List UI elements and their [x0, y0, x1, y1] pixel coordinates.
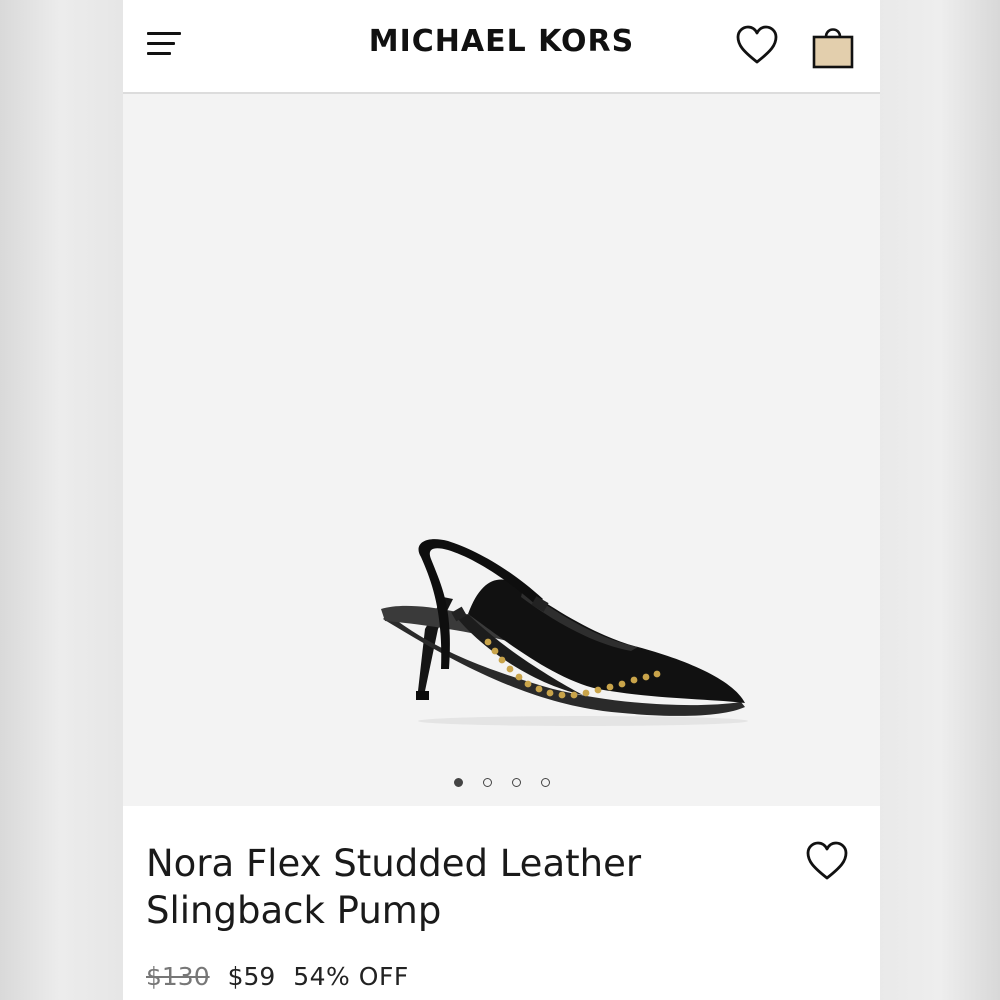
heart-outline-icon: [736, 25, 778, 64]
product-image: [381, 539, 748, 726]
top-header: MICHAEL KORS: [123, 0, 880, 94]
original-price: $130: [146, 962, 210, 991]
product-title-line-2: Slingback Pump: [146, 889, 442, 932]
gallery-dot-2[interactable]: [482, 778, 492, 787]
product-title: Nora Flex Studded Leather Slingback Pump: [146, 840, 746, 934]
gallery-dot-1[interactable]: [453, 778, 463, 787]
wishlist-button[interactable]: [735, 24, 779, 66]
add-to-wishlist-button[interactable]: [805, 840, 849, 882]
product-image-gallery[interactable]: [123, 94, 880, 806]
discount-label: 54% OFF: [293, 962, 409, 991]
heart-outline-icon: [806, 841, 848, 880]
price-row: $130 $59 54% OFF: [146, 962, 409, 991]
sale-price: $59: [227, 962, 276, 991]
shopping-bag-icon: [812, 28, 854, 69]
product-title-line-1: Nora Flex Studded Leather: [146, 842, 642, 885]
gallery-dot-4[interactable]: [540, 778, 550, 787]
gallery-dot-3[interactable]: [511, 778, 521, 787]
product-page: MICHAEL KORS Nora Flex Studded Leather S…: [123, 0, 880, 1000]
shopping-bag-button[interactable]: [809, 22, 857, 70]
gallery-pagination: [123, 778, 880, 787]
